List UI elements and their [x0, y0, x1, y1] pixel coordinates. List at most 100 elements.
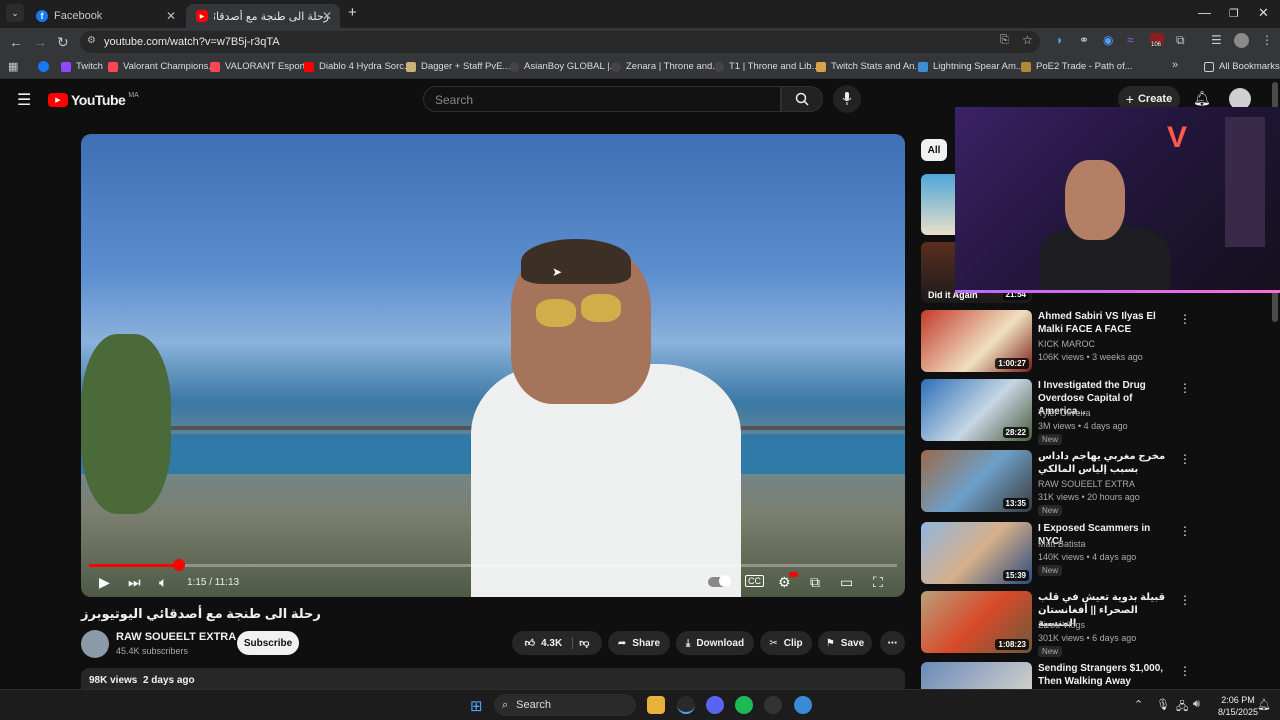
bookmark-diablo[interactable]: Diablo 4 Hydra Sorc...	[304, 61, 412, 72]
plus-icon: +	[1125, 91, 1134, 107]
facebook-bookmark[interactable]	[38, 61, 49, 72]
bookmark-poe2-trade[interactable]: PoE2 Trade - Path of...	[1021, 61, 1133, 72]
apps-grid-icon[interactable]: ▦	[8, 60, 18, 73]
notification-bell-icon[interactable]: 🔔︎	[1257, 698, 1271, 711]
menu-kebab-icon[interactable]: ⋮	[1261, 33, 1273, 47]
bookmark-valorant-champions[interactable]: Valorant Champions...	[108, 61, 216, 72]
tab-search-icon[interactable]: ⌄	[6, 4, 24, 22]
clock-time[interactable]: 2:06 PM	[1214, 695, 1262, 705]
close-window-button[interactable]: ✕	[1258, 5, 1269, 21]
more-actions-button[interactable]: ⋯	[880, 631, 905, 655]
extension-icon[interactable]: ⚭	[1079, 33, 1089, 47]
site-icon	[816, 61, 826, 72]
extension-icon[interactable]: ◗	[1056, 33, 1063, 47]
app-icon[interactable]	[764, 696, 782, 714]
save-button[interactable]: ⚑ Save	[818, 631, 872, 655]
hamburger-menu-icon[interactable]: ☰	[17, 90, 31, 110]
youtube-logo[interactable]: ▶ YouTube MA	[48, 92, 139, 108]
restore-button[interactable]: ❐	[1229, 7, 1239, 20]
extension-icon[interactable]: ◉	[1103, 33, 1113, 47]
chevron-up-icon[interactable]: ⌃	[1134, 698, 1143, 711]
all-bookmarks-folder[interactable]: All Bookmarks	[1204, 61, 1280, 72]
new-tab-button[interactable]: +	[348, 4, 357, 21]
more-vertical-icon[interactable]: ⋮	[1179, 524, 1191, 538]
tab-youtube-video[interactable]: ▶ رحلة الى طنجة مع أصدقائي اليو ✕	[186, 4, 340, 28]
bookmark-asianboy[interactable]: AsianBoy GLOBAL |...	[509, 61, 617, 72]
fullscreen-icon[interactable]: ⛶	[873, 574, 883, 591]
search-input[interactable]: Search	[423, 86, 781, 112]
taskbar-search[interactable]: ⌕ Search	[494, 694, 636, 716]
site-info-icon[interactable]: ⚙	[87, 35, 96, 46]
chevron-right-icon[interactable]: »	[1172, 59, 1178, 71]
video-player[interactable]: ➤ ▶ ⏭︎ 🔈︎ 1:15 / 11:13 CC ⚙ ⧉ ▭ ⛶	[81, 134, 905, 597]
recommendation-thumbnail-partial[interactable]	[921, 174, 955, 235]
like-button[interactable]: 👍︎ 4.3K	[525, 637, 574, 649]
recommendation-item[interactable]: 15:39 I Exposed Scammers in NYC! Matt Ba…	[921, 522, 1221, 586]
close-icon[interactable]: ✕	[166, 9, 176, 23]
bookmark-zenara[interactable]: Zenara | Throne and...	[611, 61, 720, 72]
address-bar[interactable]: ⚙ youtube.com/watch?v=w7B5j-r3qTA ⎘ ☆	[80, 31, 1040, 53]
more-vertical-icon[interactable]: ⋮	[1179, 664, 1191, 678]
bell-icon[interactable]: 🔔︎	[1193, 90, 1211, 107]
discord-icon[interactable]	[706, 696, 724, 714]
subscribe-button[interactable]: Subscribe	[237, 631, 299, 655]
miniplayer-icon[interactable]: ⧉	[810, 574, 820, 591]
next-icon[interactable]: ⏭︎	[128, 574, 141, 591]
recommendation-item[interactable]: 1:08:23 قبيلة بدوية تعيش في قلب الصحراء …	[921, 591, 1221, 657]
profile-avatar[interactable]	[1234, 33, 1249, 48]
captions-icon[interactable]: CC	[745, 575, 764, 587]
chip-all[interactable]: All	[921, 139, 947, 161]
recommendation-item[interactable]: 1:00:27 Ahmed Sabiri VS Ilyas El Malki F…	[921, 310, 1221, 374]
clock-date[interactable]: 8/15/2025	[1214, 707, 1262, 717]
more-vertical-icon[interactable]: ⋮	[1179, 312, 1191, 326]
more-vertical-icon[interactable]: ⋮	[1179, 381, 1191, 395]
windows-start-icon[interactable]: ⊞	[470, 697, 483, 715]
microphone-icon[interactable]: 🎙︎	[1156, 698, 1170, 711]
file-explorer-icon[interactable]	[647, 696, 665, 714]
recommendation-item[interactable]: Sending Strangers $1,000, Then Walking A…	[921, 662, 1221, 689]
search-button[interactable]	[781, 86, 823, 112]
volume-icon[interactable]: 🔈︎	[159, 574, 167, 591]
tab-facebook[interactable]: f Facebook ✕	[26, 4, 184, 28]
recommendation-item[interactable]: 28:22 I Investigated the Drug Overdose C…	[921, 379, 1221, 445]
reading-list-icon[interactable]: ☰	[1211, 33, 1222, 47]
download-icon: ⤓	[685, 637, 691, 649]
more-vertical-icon[interactable]: ⋮	[1179, 452, 1191, 466]
theater-mode-icon[interactable]: ▭	[840, 574, 853, 591]
progress-scrubber[interactable]	[172, 559, 185, 571]
bookmark-t1[interactable]: T1 | Throne and Lib...	[714, 61, 820, 72]
channel-avatar[interactable]	[81, 630, 109, 658]
bookmark-twitch-stats[interactable]: Twitch Stats and An...	[816, 61, 922, 72]
download-button[interactable]: ⤓ Download	[676, 631, 754, 655]
spotify-icon[interactable]	[735, 696, 753, 714]
reload-icon[interactable]: ↻	[57, 34, 69, 51]
back-icon[interactable]: ←	[9, 34, 23, 50]
new-badge: New	[1038, 505, 1063, 516]
minimize-button[interactable]: —	[1198, 5, 1211, 20]
bookmark-dagger-staff[interactable]: Dagger + Staff PvE...	[406, 61, 510, 72]
bookmark-lightning-spear[interactable]: Lightning Spear Am...	[918, 61, 1024, 72]
twitch-extension-icon[interactable]: ≈	[1127, 33, 1134, 47]
voice-search-button[interactable]	[833, 85, 861, 113]
forward-icon[interactable]: →	[33, 34, 47, 50]
progress-bar-played	[89, 564, 179, 567]
chrome-icon[interactable]	[677, 696, 695, 714]
play-icon[interactable]: ▶	[99, 574, 110, 591]
close-icon[interactable]: ✕	[322, 9, 332, 23]
app-icon[interactable]	[794, 696, 812, 714]
thumbs-down-icon[interactable]: 👎︎	[579, 637, 589, 649]
settings-gear-icon[interactable]: ⚙	[778, 574, 791, 591]
bookmark-star-icon[interactable]: ☆	[1022, 33, 1033, 47]
recommendation-item[interactable]: 13:35 مخرج مغربي يهاجم داداس بسبب إلياس …	[921, 450, 1221, 516]
speaker-icon[interactable]: 🔊︎	[1193, 698, 1200, 711]
clip-button[interactable]: ✂ Clip	[760, 631, 812, 655]
more-vertical-icon[interactable]: ⋮	[1179, 593, 1191, 607]
install-app-icon[interactable]: ⎘	[1000, 34, 1009, 47]
network-icon[interactable]: 🖧︎	[1176, 698, 1188, 717]
share-button[interactable]: ➦ Share	[608, 631, 670, 655]
puzzle-icon[interactable]: ⧉	[1176, 33, 1185, 48]
progress-bar[interactable]	[89, 564, 897, 567]
channel-name[interactable]: RAW SOUEELT EXTRA	[116, 631, 236, 643]
bookmark-valorant-esports[interactable]: VALORANT Esports	[210, 61, 310, 72]
bookmark-twitch[interactable]: Twitch	[61, 61, 103, 72]
